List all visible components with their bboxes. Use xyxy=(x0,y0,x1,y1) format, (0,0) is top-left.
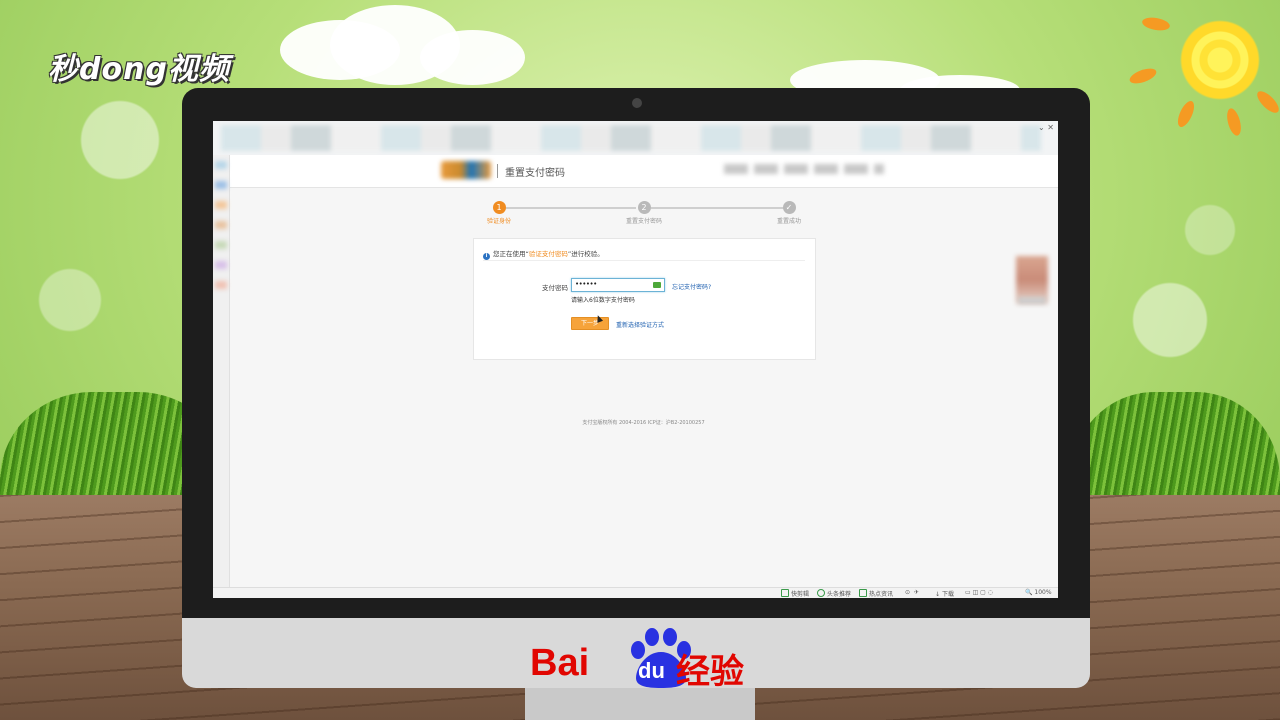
zoom-level[interactable]: 🔍 100% xyxy=(1025,589,1052,596)
next-button[interactable]: 下一步 xyxy=(571,317,609,330)
step-number: 2 xyxy=(637,201,651,214)
browser-status-bar: 快剪辑 头条推荐 热点资讯 ⊙ ✈ ↓ 下载 ▭ ◫ ▢ ◌ 🔍 100% xyxy=(213,587,1058,598)
status-label: 快剪辑 xyxy=(791,591,810,598)
browser-tabs[interactable] xyxy=(221,125,1041,151)
header-divider xyxy=(497,164,498,178)
password-label: 支付密码 xyxy=(542,284,568,292)
page-title: 重置支付密码 xyxy=(505,168,565,179)
step-reset-password: 2 重置支付密码 xyxy=(604,201,684,225)
cloud xyxy=(420,30,525,85)
baidu-logo-du: du xyxy=(638,658,665,683)
step-number: 1 xyxy=(492,201,506,214)
password-hint: 请输入6位数字支付密码 xyxy=(571,297,635,304)
sun-ray xyxy=(1127,65,1159,87)
password-input[interactable]: •••••• xyxy=(571,278,665,292)
notice-suffix: ”进行校验。 xyxy=(567,250,604,258)
side-avatar-label xyxy=(1018,297,1046,304)
baidu-logo-bai: Bai xyxy=(530,642,590,684)
sidebar-item[interactable] xyxy=(215,181,227,189)
browser-screen: ⌄ ✕ 重置支付密码 + 1 验证身份 2 重置支付密码 ✓ 重置成功 i您正在… xyxy=(213,121,1058,598)
step-label: 验证身份 xyxy=(486,218,511,225)
baidu-logo-jingyan: 经验 xyxy=(676,652,744,692)
step-label: 重置支付密码 xyxy=(625,218,662,225)
status-hotnews[interactable]: 热点资讯 xyxy=(859,589,893,598)
notice-method: 验证支付密码 xyxy=(528,250,568,258)
status-label: 下载 xyxy=(941,591,954,598)
status-label: 头条推荐 xyxy=(827,591,852,598)
site-header: 重置支付密码 xyxy=(229,155,1058,188)
info-icon: i xyxy=(483,253,490,260)
password-value: •••••• xyxy=(575,280,597,288)
status-kuaijianji[interactable]: 快剪辑 xyxy=(781,589,809,598)
sidebar-item[interactable] xyxy=(215,201,227,209)
sidebar-item[interactable] xyxy=(215,261,227,269)
sidebar-item[interactable] xyxy=(215,241,227,249)
step-verify-identity: 1 验证身份 xyxy=(459,201,539,225)
status-label: 热点资讯 xyxy=(869,591,894,598)
video-icon xyxy=(781,589,789,597)
forgot-password-link[interactable]: 忘记支付密码? xyxy=(672,282,711,291)
notice-prefix: 您正在使用“ xyxy=(493,250,529,258)
status-toutiao[interactable]: 头条推荐 xyxy=(817,589,851,598)
sun-ray xyxy=(1224,106,1244,138)
alipay-logo[interactable] xyxy=(441,161,491,179)
step-label: 重置成功 xyxy=(776,218,801,225)
verify-notice: i 您正在使用“验证支付密码”进行校验。 xyxy=(483,248,604,260)
sun-ray xyxy=(1141,15,1171,33)
sun-ray xyxy=(1174,98,1198,130)
webcam xyxy=(632,98,642,108)
reselect-method-link[interactable]: 重新选择验证方式 xyxy=(616,320,664,329)
miaodong-logo: 秒dong视频 xyxy=(48,52,230,87)
step-reset-success: ✓ 重置成功 xyxy=(749,201,829,225)
keyboard-icon[interactable] xyxy=(653,282,661,288)
browser-sidebar: + xyxy=(213,155,230,598)
account-links[interactable] xyxy=(724,164,884,174)
step-check-icon: ✓ xyxy=(782,201,796,214)
sun-icon xyxy=(1180,20,1260,100)
notice-divider xyxy=(483,260,805,261)
sidebar-item[interactable] xyxy=(215,161,227,169)
status-download[interactable]: ↓ 下载 xyxy=(935,589,954,598)
baidu-jingyan-logo: Bai du 经验 xyxy=(530,628,770,692)
news-icon xyxy=(859,589,867,597)
sidebar-item[interactable] xyxy=(215,221,227,229)
status-icons[interactable]: ⊙ ✈ xyxy=(905,589,919,596)
status-tools[interactable]: ▭ ◫ ▢ ◌ xyxy=(965,589,993,596)
recommend-icon xyxy=(817,589,825,597)
window-controls[interactable]: ⌄ ✕ xyxy=(1038,123,1054,132)
verify-card: i 您正在使用“验证支付密码”进行校验。 支付密码 •••••• 忘记支付密码? … xyxy=(473,238,816,360)
zoom-value: 100% xyxy=(1034,589,1052,596)
browser-toolbar: ⌄ ✕ xyxy=(213,121,1058,155)
sun-ray xyxy=(1253,87,1280,117)
sidebar-item[interactable] xyxy=(215,281,227,289)
grass-right xyxy=(1070,392,1280,502)
copyright-footer: 支付宝版权所有 2004-2016 ICP证：沪B2-20100257 xyxy=(582,420,705,426)
